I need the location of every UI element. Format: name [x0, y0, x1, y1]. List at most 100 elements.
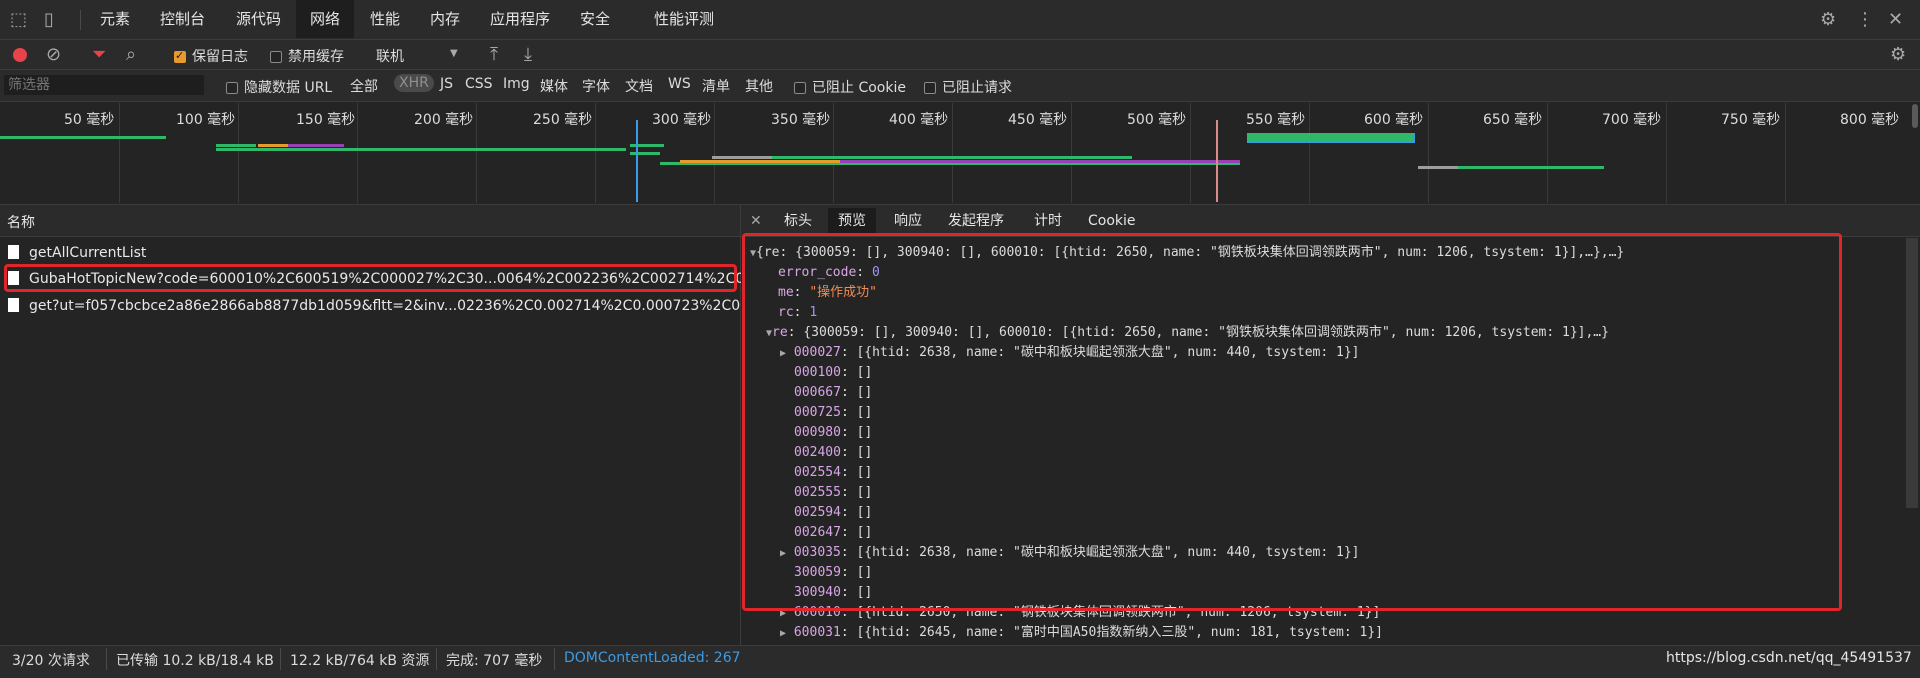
import-har-icon[interactable]: ⤒	[490, 46, 498, 64]
clear-icon[interactable]: ⊘	[46, 46, 61, 64]
tab-response[interactable]: 响应	[884, 208, 932, 234]
status-divider	[436, 648, 437, 670]
tab-preview[interactable]: 预览	[828, 208, 876, 234]
timeline-bar	[216, 148, 626, 151]
blocked-requests-checkbox[interactable]: 已阻止请求	[924, 77, 1012, 97]
type-filter-manifest[interactable]: 清单	[702, 76, 730, 96]
timeline-tick: 300 毫秒	[652, 112, 712, 128]
search-icon[interactable]: ⌕	[126, 46, 136, 64]
throttle-select[interactable]: 联机 ▼	[376, 46, 462, 66]
hide-data-url-checkbox[interactable]: 隐藏数据 URL	[226, 77, 332, 97]
tab-initiator[interactable]: 发起程序	[938, 208, 1014, 234]
tab-divider	[80, 10, 81, 30]
timeline-bar	[630, 152, 660, 155]
settings-gear-icon[interactable]: ⚙	[1820, 11, 1836, 29]
type-filter-font[interactable]: 字体	[582, 76, 610, 96]
device-toolbar-icon[interactable]: ▯	[44, 11, 54, 29]
status-requests: 3/20 次请求	[12, 653, 90, 669]
grid-line	[952, 103, 953, 203]
tab-console[interactable]: 控制台	[146, 0, 219, 38]
type-filter-doc[interactable]: 文档	[625, 76, 653, 96]
grid-line	[595, 103, 596, 203]
timeline-scrollbar[interactable]	[1912, 104, 1918, 128]
type-filter-all[interactable]: 全部	[350, 76, 378, 96]
blocked-cookies-checkbox[interactable]: 已阻止 Cookie	[794, 77, 906, 97]
tab-application[interactable]: 应用程序	[476, 0, 564, 38]
timeline-bar	[680, 160, 840, 163]
tab-security[interactable]: 安全	[566, 0, 624, 38]
timeline-tick: 550 毫秒	[1246, 112, 1306, 128]
blocked-cookies-check-icon	[794, 82, 806, 94]
inspect-element-icon[interactable]: ⬚	[10, 11, 27, 29]
timeline-tick: 750 毫秒	[1721, 112, 1781, 128]
timeline-bar	[712, 156, 772, 159]
filter-funnel-icon[interactable]: ⏷	[92, 46, 106, 64]
devtools-main-tabbar: ⬚ ▯ 元素 控制台 源代码 网络 性能 内存 应用程序 安全 性能评测 ⚙ ⋮…	[0, 0, 1920, 40]
type-filter-css[interactable]: CSS	[465, 76, 493, 92]
export-har-icon[interactable]: ⤓	[524, 46, 532, 64]
disable-cache-checkbox[interactable]: 禁用缓存	[270, 46, 344, 66]
timeline-tick: 650 毫秒	[1483, 112, 1543, 128]
tab-memory[interactable]: 内存	[416, 0, 474, 38]
status-divider	[554, 648, 555, 670]
preserve-log-checkbox[interactable]: 保留日志	[174, 46, 248, 66]
type-filter-js[interactable]: JS	[440, 76, 453, 92]
tab-lighthouse[interactable]: 性能评测	[640, 0, 728, 38]
status-bar	[0, 645, 1920, 678]
timeline-bar	[288, 144, 344, 147]
tab-elements[interactable]: 元素	[86, 0, 144, 38]
record-icon[interactable]	[13, 48, 27, 62]
grid-line	[357, 103, 358, 203]
more-options-icon[interactable]: ⋮	[1856, 11, 1874, 29]
tab-headers[interactable]: 标头	[774, 208, 822, 234]
file-icon	[8, 245, 19, 259]
timeline-bar	[0, 136, 166, 139]
close-detail-icon[interactable]: ✕	[750, 212, 762, 230]
status-transferred: 已传输 10.2 kB/18.4 kB	[116, 653, 274, 669]
request-row[interactable]: get?ut=f057cbcbce2a86e2866ab8877db1d059&…	[8, 296, 794, 316]
json-entry[interactable]: ▶ 600031: [{htid: 2645, name: "富时中国A50指数…	[780, 623, 1383, 643]
filter-input[interactable]	[4, 75, 204, 95]
timeline-tick: 600 毫秒	[1364, 112, 1424, 128]
type-filter-xhr[interactable]: XHR	[394, 74, 434, 92]
tab-cookies[interactable]: Cookie	[1078, 208, 1146, 234]
timeline-bar	[216, 144, 256, 147]
tab-timing[interactable]: 计时	[1024, 208, 1072, 234]
watermark-url: https://blog.csdn.net/qq_45491537	[1666, 650, 1912, 666]
dom-content-loaded-marker	[636, 120, 638, 202]
timeline-bar	[1418, 166, 1458, 169]
disable-cache-check-icon	[270, 51, 282, 63]
network-settings-gear-icon[interactable]: ⚙	[1890, 46, 1906, 64]
grid-line	[476, 103, 477, 203]
timeline-bar	[840, 160, 1040, 163]
name-column-header: 名称	[7, 215, 35, 231]
timeline-bar	[1458, 166, 1604, 169]
preview-scrollbar[interactable]	[1906, 238, 1918, 508]
grid-line	[1071, 103, 1072, 203]
timeline-tick: 350 毫秒	[771, 112, 831, 128]
tab-performance[interactable]: 性能	[356, 0, 414, 38]
tab-network[interactable]: 网络	[296, 0, 355, 38]
type-filter-img[interactable]: Img	[503, 76, 530, 92]
request-row[interactable]: getAllCurrentList	[8, 243, 146, 263]
type-filter-media[interactable]: 媒体	[540, 76, 568, 96]
grid-line	[1547, 103, 1548, 203]
grid-line	[833, 103, 834, 203]
type-filter-ws[interactable]: WS	[668, 76, 691, 92]
timeline-bar	[258, 144, 288, 147]
timeline-tick: 100 毫秒	[176, 112, 236, 128]
timeline-tick: 400 毫秒	[889, 112, 949, 128]
grid-line	[1428, 103, 1429, 203]
request-list-header[interactable]: 名称	[0, 205, 740, 237]
grid-line	[714, 103, 715, 203]
chevron-down-icon: ▼	[450, 48, 458, 59]
timeline-tick: 700 毫秒	[1602, 112, 1662, 128]
grid-line	[119, 103, 120, 203]
collapsed-triangle-icon: ▶	[780, 628, 787, 639]
timeline-bar	[772, 156, 1132, 159]
hide-data-url-check-icon	[226, 82, 238, 94]
close-icon[interactable]: ✕	[1888, 11, 1903, 29]
type-filter-other[interactable]: 其他	[745, 76, 773, 96]
timeline-bar	[1040, 160, 1240, 163]
tab-sources[interactable]: 源代码	[222, 0, 295, 38]
